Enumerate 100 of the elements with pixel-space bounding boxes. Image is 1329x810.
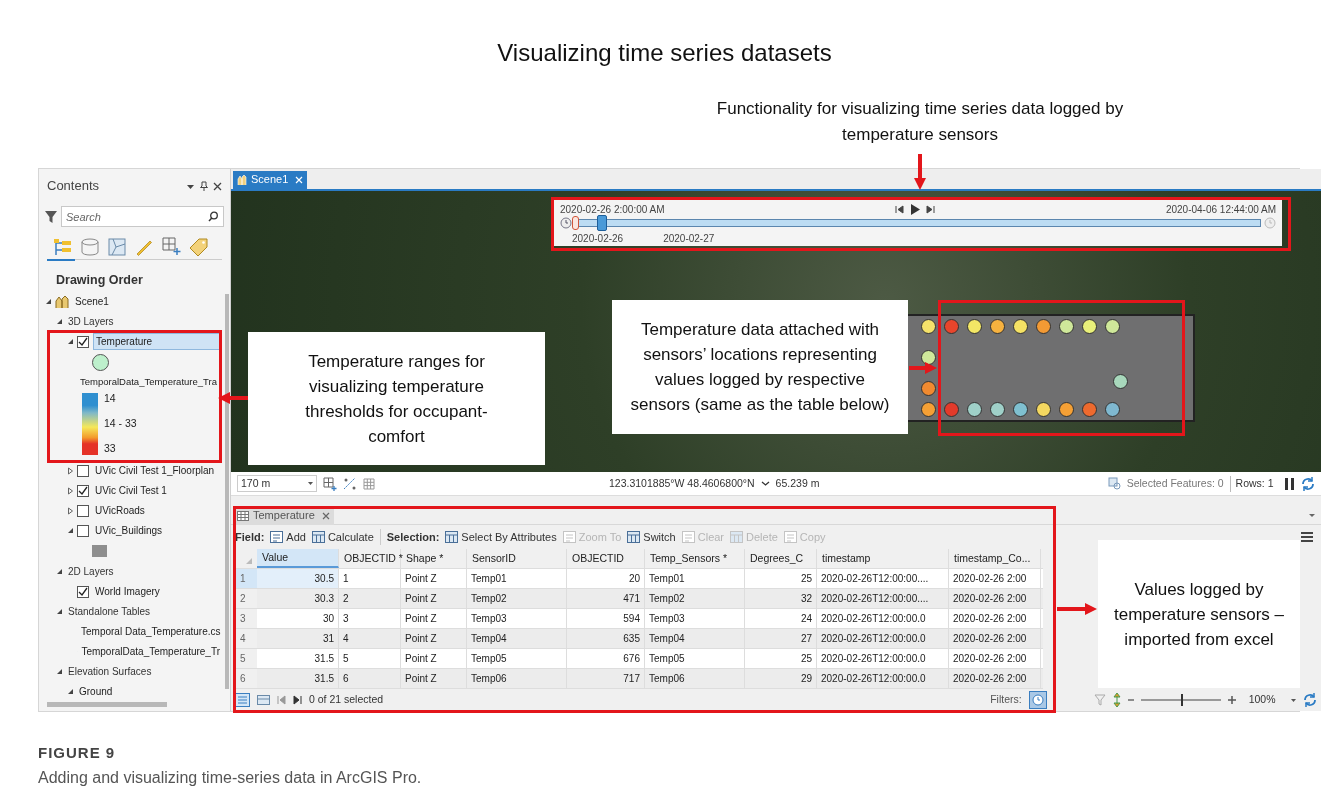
table-cell: Point Z (401, 629, 467, 648)
zoom-slider-thumb[interactable] (1180, 694, 1183, 706)
layer-item[interactable]: Scene1 (73, 294, 111, 310)
table-cell: 2020-02-26 2:00 (949, 649, 1041, 668)
column-header[interactable]: SensorID (467, 549, 567, 568)
layer-item[interactable]: UVic_Buildings (93, 523, 165, 539)
group-heading[interactable]: Standalone Tables (66, 604, 153, 620)
row-number[interactable]: 1 (235, 569, 257, 588)
table-item[interactable]: TemporalData_Temperature_Tr (79, 644, 222, 660)
table-icon (237, 510, 249, 521)
table-cell: Point Z (401, 669, 467, 688)
group-heading[interactable]: 3D Layers (66, 314, 116, 330)
collapsed-arrow-icon[interactable] (67, 506, 74, 515)
sort-arrows-icon[interactable] (1112, 693, 1121, 707)
filter-icon[interactable] (45, 210, 57, 223)
expanded-arrow-icon[interactable] (67, 688, 74, 696)
column-header[interactable]: Value (257, 549, 339, 568)
toolbar-button[interactable]: Calculate (311, 528, 374, 546)
table-cell: Point Z (401, 589, 467, 608)
scrollbar[interactable] (225, 294, 229, 689)
expanded-arrow-icon[interactable] (56, 568, 63, 576)
scene-tab[interactable]: Scene1 (233, 170, 308, 189)
row-number[interactable]: 6 (235, 669, 257, 688)
selection-icon[interactable] (1107, 477, 1121, 491)
expanded-arrow-icon[interactable] (56, 608, 63, 616)
expanded-arrow-icon[interactable] (56, 668, 63, 676)
column-header[interactable]: OBJECTID * (339, 549, 401, 568)
search-field[interactable]: Search (61, 206, 224, 227)
row-number[interactable]: 3 (235, 609, 257, 628)
dropdown-icon[interactable] (1290, 698, 1296, 702)
toolbar-button[interactable]: Add (270, 528, 306, 546)
refresh-icon[interactable] (1300, 476, 1315, 491)
collapsed-arrow-icon[interactable] (67, 486, 74, 495)
checkbox[interactable] (77, 464, 89, 477)
table-view-icon[interactable] (257, 695, 270, 705)
expanded-arrow-icon[interactable] (67, 338, 74, 346)
close-icon[interactable] (321, 511, 330, 520)
scale-dropdown[interactable]: 170 m (237, 475, 317, 493)
dropdown-icon[interactable] (760, 480, 770, 487)
annotation-text: Functionality for visualizing time series data logged by temperature sensors (715, 98, 1125, 146)
table-cell: Point Z (401, 609, 467, 628)
table-cell: Temp04 (645, 629, 745, 648)
expanded-arrow-icon[interactable] (56, 318, 63, 326)
layer-item[interactable]: UVic Civil Test 1 (93, 483, 169, 499)
table-item[interactable]: Temporal Data_Temperature.cs (79, 624, 223, 640)
clock-icon[interactable] (560, 217, 572, 230)
tag-icon[interactable] (190, 238, 208, 256)
expanded-arrow-icon[interactable] (67, 527, 74, 535)
pin-icon[interactable] (199, 180, 209, 192)
toolbar-button[interactable]: Switch (627, 528, 676, 546)
layer-item[interactable]: World Imagery (93, 584, 162, 600)
grid-icon[interactable] (363, 477, 375, 490)
time-filter-icon[interactable] (1028, 691, 1047, 709)
grid-add-icon[interactable] (323, 476, 337, 491)
checkbox[interactable] (77, 585, 89, 598)
previous-icon[interactable] (895, 204, 905, 214)
selection-count: 0 of 21 selected (309, 692, 384, 708)
column-header[interactable]: timestamp_Co... (949, 549, 1041, 568)
database-icon[interactable] (81, 238, 99, 256)
row-number[interactable]: 5 (235, 649, 257, 668)
checkbox[interactable] (77, 524, 89, 537)
collapsed-arrow-icon[interactable] (67, 466, 74, 475)
close-icon[interactable] (213, 181, 222, 191)
menu-icon[interactable] (1300, 532, 1313, 542)
minus-icon[interactable] (1127, 698, 1134, 702)
checkbox[interactable] (77, 335, 89, 348)
scene-icon (55, 294, 69, 309)
toolbar-button[interactable]: Select By Attributes (445, 528, 557, 546)
toolbar-label: Field: (235, 529, 265, 545)
column-header[interactable]: Temp_Sensors * (645, 549, 745, 568)
grid-add-icon[interactable] (162, 237, 181, 256)
pause-icon[interactable] (1283, 477, 1295, 490)
last-icon[interactable] (293, 695, 302, 705)
layer-item[interactable]: Temperature (93, 333, 222, 351)
scrollbar[interactable] (47, 702, 167, 707)
plus-icon[interactable] (1227, 696, 1236, 704)
layer-item[interactable]: UVicRoads (93, 503, 147, 519)
group-heading[interactable]: Elevation Surfaces (66, 664, 154, 680)
checkbox[interactable] (77, 504, 89, 517)
layer-item[interactable]: Ground (77, 684, 115, 700)
play-icon[interactable] (910, 203, 921, 215)
zoom-level: 100% (1248, 692, 1276, 708)
next-icon[interactable] (926, 204, 936, 214)
refresh-icon[interactable] (1302, 693, 1317, 707)
time-start-handle[interactable] (572, 216, 579, 231)
group-heading[interactable]: 2D Layers (66, 564, 116, 580)
checkbox[interactable] (77, 484, 89, 497)
zoom-slider[interactable] (1140, 694, 1221, 706)
layer-list-icon[interactable] (53, 238, 72, 256)
legend-label: 14 (104, 390, 117, 406)
column-header[interactable]: Degrees_C (745, 549, 817, 568)
table-cell: 635 (567, 629, 645, 648)
row-number[interactable]: 4 (235, 629, 257, 648)
expanded-arrow-icon[interactable] (45, 298, 52, 306)
snapping-icon[interactable] (343, 476, 357, 491)
column-header[interactable]: timestamp (817, 549, 949, 568)
layer-item[interactable]: UVic Civil Test 1_Floorplan (93, 463, 217, 479)
column-header[interactable]: OBJECTID (567, 549, 645, 568)
row-number[interactable]: 2 (235, 589, 257, 608)
time-slider-thumb[interactable] (596, 215, 607, 232)
